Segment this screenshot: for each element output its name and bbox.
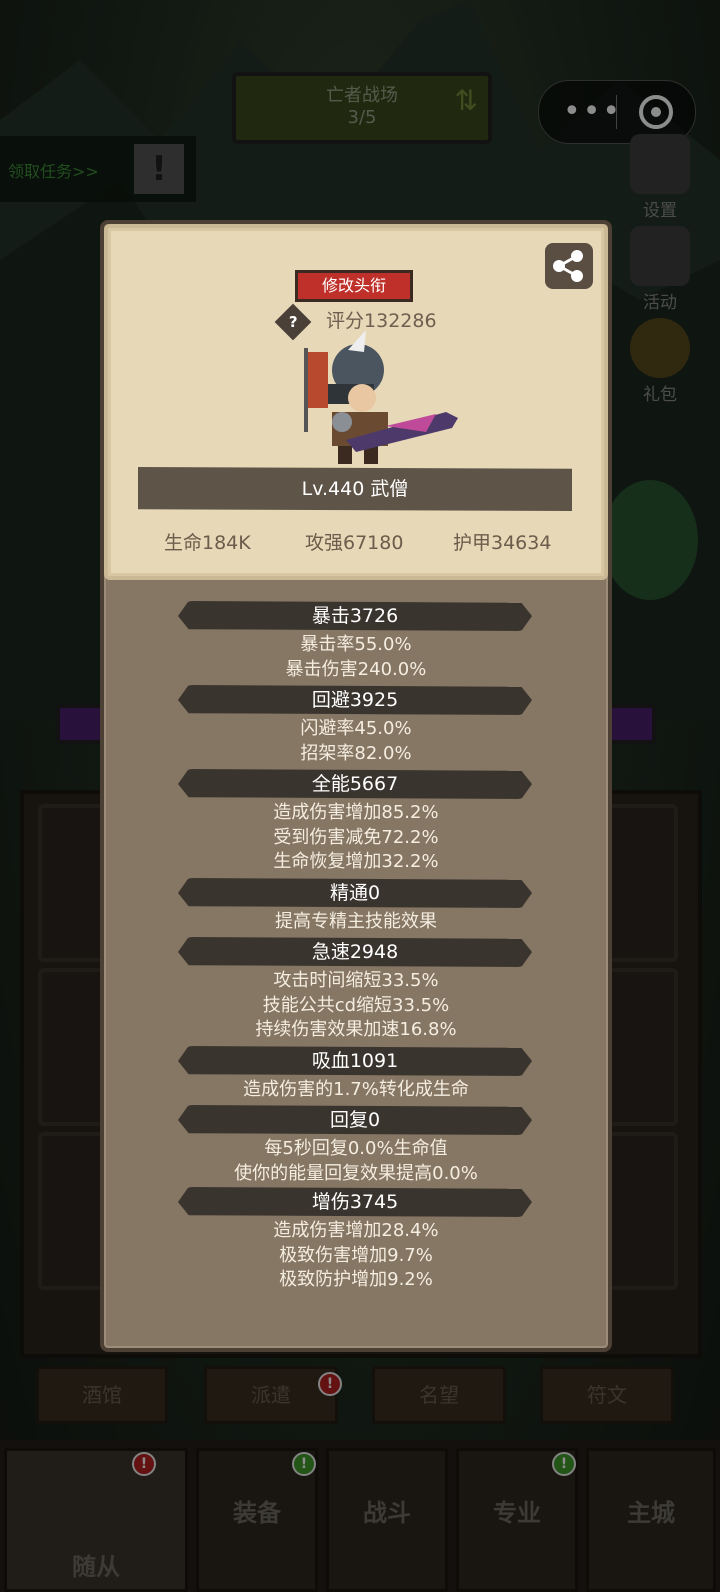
- stat-section-header: 回避3925: [178, 685, 532, 715]
- stat-detail-line: 每5秒回复0.0%生命值: [264, 1138, 448, 1159]
- hero-sprite: [304, 330, 458, 464]
- stat-section-header: 精通0: [178, 878, 532, 908]
- stat-detail-line: 造成伤害增加28.4%: [273, 1220, 439, 1241]
- stat-detail-line: 生命恢复增加32.2%: [273, 851, 439, 872]
- share-button[interactable]: [545, 243, 593, 289]
- stat-detail-line: 造成伤害的1.7%转化成生命: [243, 1079, 469, 1100]
- stat-detail-line: 提高专精主技能效果: [275, 911, 437, 932]
- stat-detail-line: 持续伤害效果加速16.8%: [255, 1019, 457, 1040]
- stat-detail-line: 受到伤害减免72.2%: [273, 826, 439, 848]
- stat-section-header: 全能5667: [178, 769, 532, 799]
- stat-armor: 护甲34634: [453, 532, 552, 554]
- stat-detail-line: 极致伤害增加9.7%: [279, 1244, 433, 1266]
- stat-section-header: 回复0: [178, 1105, 532, 1135]
- stat-detail-line: 暴击伤害240.0%: [285, 658, 427, 680]
- stat-detail-line: 极致防护增加9.2%: [279, 1269, 433, 1290]
- main-stats-row: 生命184K 攻强67180 护甲34634: [104, 528, 608, 558]
- character-name-level: Lv.440 武僧: [138, 467, 572, 511]
- stat-attack-power: 攻强67180: [305, 532, 404, 554]
- stat-detail-line: 暴击率55.0%: [300, 634, 412, 655]
- stat-detail-line: 招架率82.0%: [300, 742, 412, 764]
- stat-detail-line: 使你的能量回复效果提高0.0%: [234, 1162, 478, 1184]
- stat-section-header: 增伤3745: [178, 1187, 532, 1217]
- stat-section-header: 急速2948: [178, 937, 532, 967]
- stat-detail-line: 技能公共cd缩短33.5%: [262, 994, 450, 1016]
- stat-detail-line: 闪避率45.0%: [300, 718, 412, 739]
- stat-health: 生命184K: [164, 532, 251, 554]
- stat-detail-line: 造成伤害增加85.2%: [273, 802, 439, 823]
- share-icon: [553, 250, 583, 282]
- stat-section-header: 吸血1091: [178, 1046, 532, 1076]
- edit-title-button[interactable]: 修改头衔: [295, 270, 413, 302]
- stat-detail-line: 攻击时间缩短33.5%: [273, 970, 439, 991]
- stat-section-header: 暴击3726: [178, 601, 532, 631]
